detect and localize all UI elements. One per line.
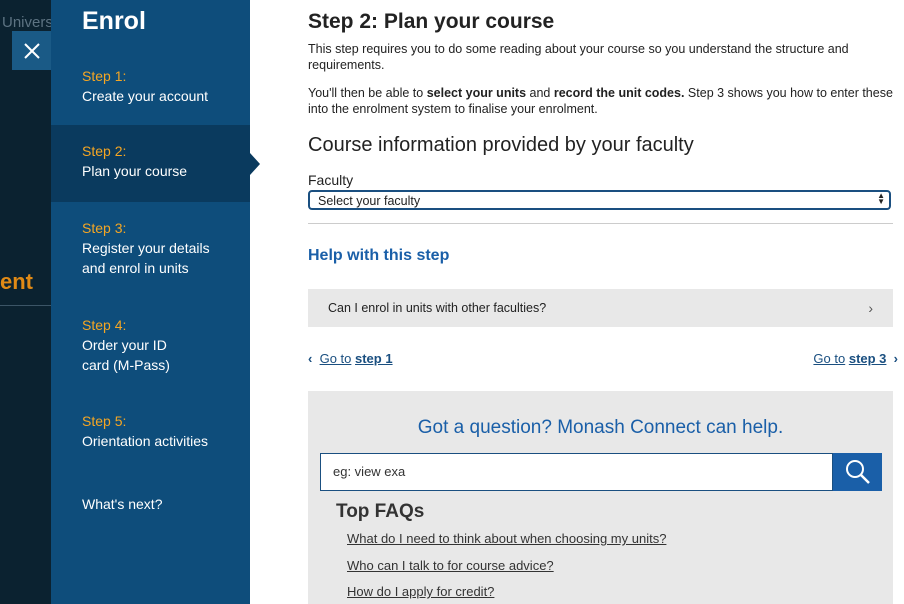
step-number: Step 1: bbox=[82, 68, 127, 84]
sidebar-step-5[interactable]: Step 5: Orientation activities bbox=[51, 411, 250, 451]
sidebar-step-1[interactable]: Step 1: Create your account bbox=[51, 64, 250, 106]
chevron-right-icon: › bbox=[868, 300, 873, 316]
monash-connect-heading: Got a question? Monash Connect can help. bbox=[417, 417, 784, 438]
faculty-select[interactable]: Select your faculty ▲ ▼ bbox=[308, 190, 891, 210]
close-button[interactable] bbox=[12, 31, 52, 70]
accordion-label: Can I enrol in units with other facultie… bbox=[328, 301, 547, 315]
close-icon bbox=[24, 42, 40, 59]
faq-link[interactable]: Who can I talk to for course advice? bbox=[347, 558, 554, 573]
step-number: Step 4: bbox=[82, 317, 127, 333]
page-title: Step 2: Plan your course bbox=[308, 10, 555, 33]
help-heading: Help with this step bbox=[308, 247, 450, 264]
sidebar-step-3[interactable]: Step 3: Register your details and enrol … bbox=[51, 218, 250, 278]
units-paragraph: You'll then be able to select your units… bbox=[308, 86, 893, 116]
next-step-link[interactable]: Go to step 3 › bbox=[813, 351, 898, 366]
sidebar-step-2[interactable]: Step 2: Plan your course bbox=[51, 125, 250, 202]
select-arrows-icon: ▲ ▼ bbox=[877, 191, 885, 206]
page-backdrop: Univers ent bbox=[0, 0, 51, 604]
active-step-pointer bbox=[250, 153, 260, 175]
search-button[interactable] bbox=[833, 453, 882, 491]
divider bbox=[308, 223, 893, 224]
faq-accordion-item[interactable]: Can I enrol in units with other facultie… bbox=[308, 289, 893, 327]
sidebar-whats-next[interactable]: What's next? bbox=[51, 494, 250, 514]
step-number: Step 2: bbox=[82, 143, 127, 159]
monash-connect-box: Got a question? Monash Connect can help.… bbox=[308, 391, 893, 604]
backdrop-divider bbox=[0, 305, 51, 306]
search-input[interactable]: eg: view exa bbox=[320, 453, 833, 491]
chevron-left-icon: ‹ bbox=[308, 351, 313, 366]
faq-link[interactable]: How do I apply for credit? bbox=[347, 584, 494, 599]
step-number: Step 5: bbox=[82, 413, 127, 429]
step-label: Order your ID card (M-Pass) bbox=[82, 337, 170, 373]
faculty-label: Faculty bbox=[308, 172, 354, 188]
course-info-heading: Course information provided by your facu… bbox=[308, 134, 694, 156]
top-faqs-heading: Top FAQs bbox=[336, 501, 425, 522]
step-number: Step 3: bbox=[82, 220, 127, 236]
faculty-select-value: Select your faculty bbox=[318, 194, 421, 208]
sidebar-step-4[interactable]: Step 4: Order your ID card (M-Pass) bbox=[51, 315, 250, 375]
search-icon bbox=[845, 460, 870, 484]
step-label: What's next? bbox=[82, 496, 163, 512]
backdrop-enrolment-text: ent bbox=[0, 269, 33, 294]
step-label: Create your account bbox=[82, 88, 209, 104]
step-label: Register your details and enrol in units bbox=[82, 240, 210, 276]
chevron-right-icon: › bbox=[893, 351, 898, 366]
enrol-sidebar: Enrol Step 1: Create your account Step 2… bbox=[51, 0, 250, 604]
intro-paragraph: This step requires you to do some readin… bbox=[308, 42, 849, 72]
step-label: Orientation activities bbox=[82, 433, 209, 449]
backdrop-university-text: Univers bbox=[2, 14, 51, 31]
step-label: Plan your course bbox=[82, 163, 188, 179]
faq-link[interactable]: What do I need to think about when choos… bbox=[347, 531, 666, 546]
sidebar-title: Enrol bbox=[82, 7, 146, 35]
previous-step-link[interactable]: ‹ Go to step 1 bbox=[308, 351, 393, 366]
